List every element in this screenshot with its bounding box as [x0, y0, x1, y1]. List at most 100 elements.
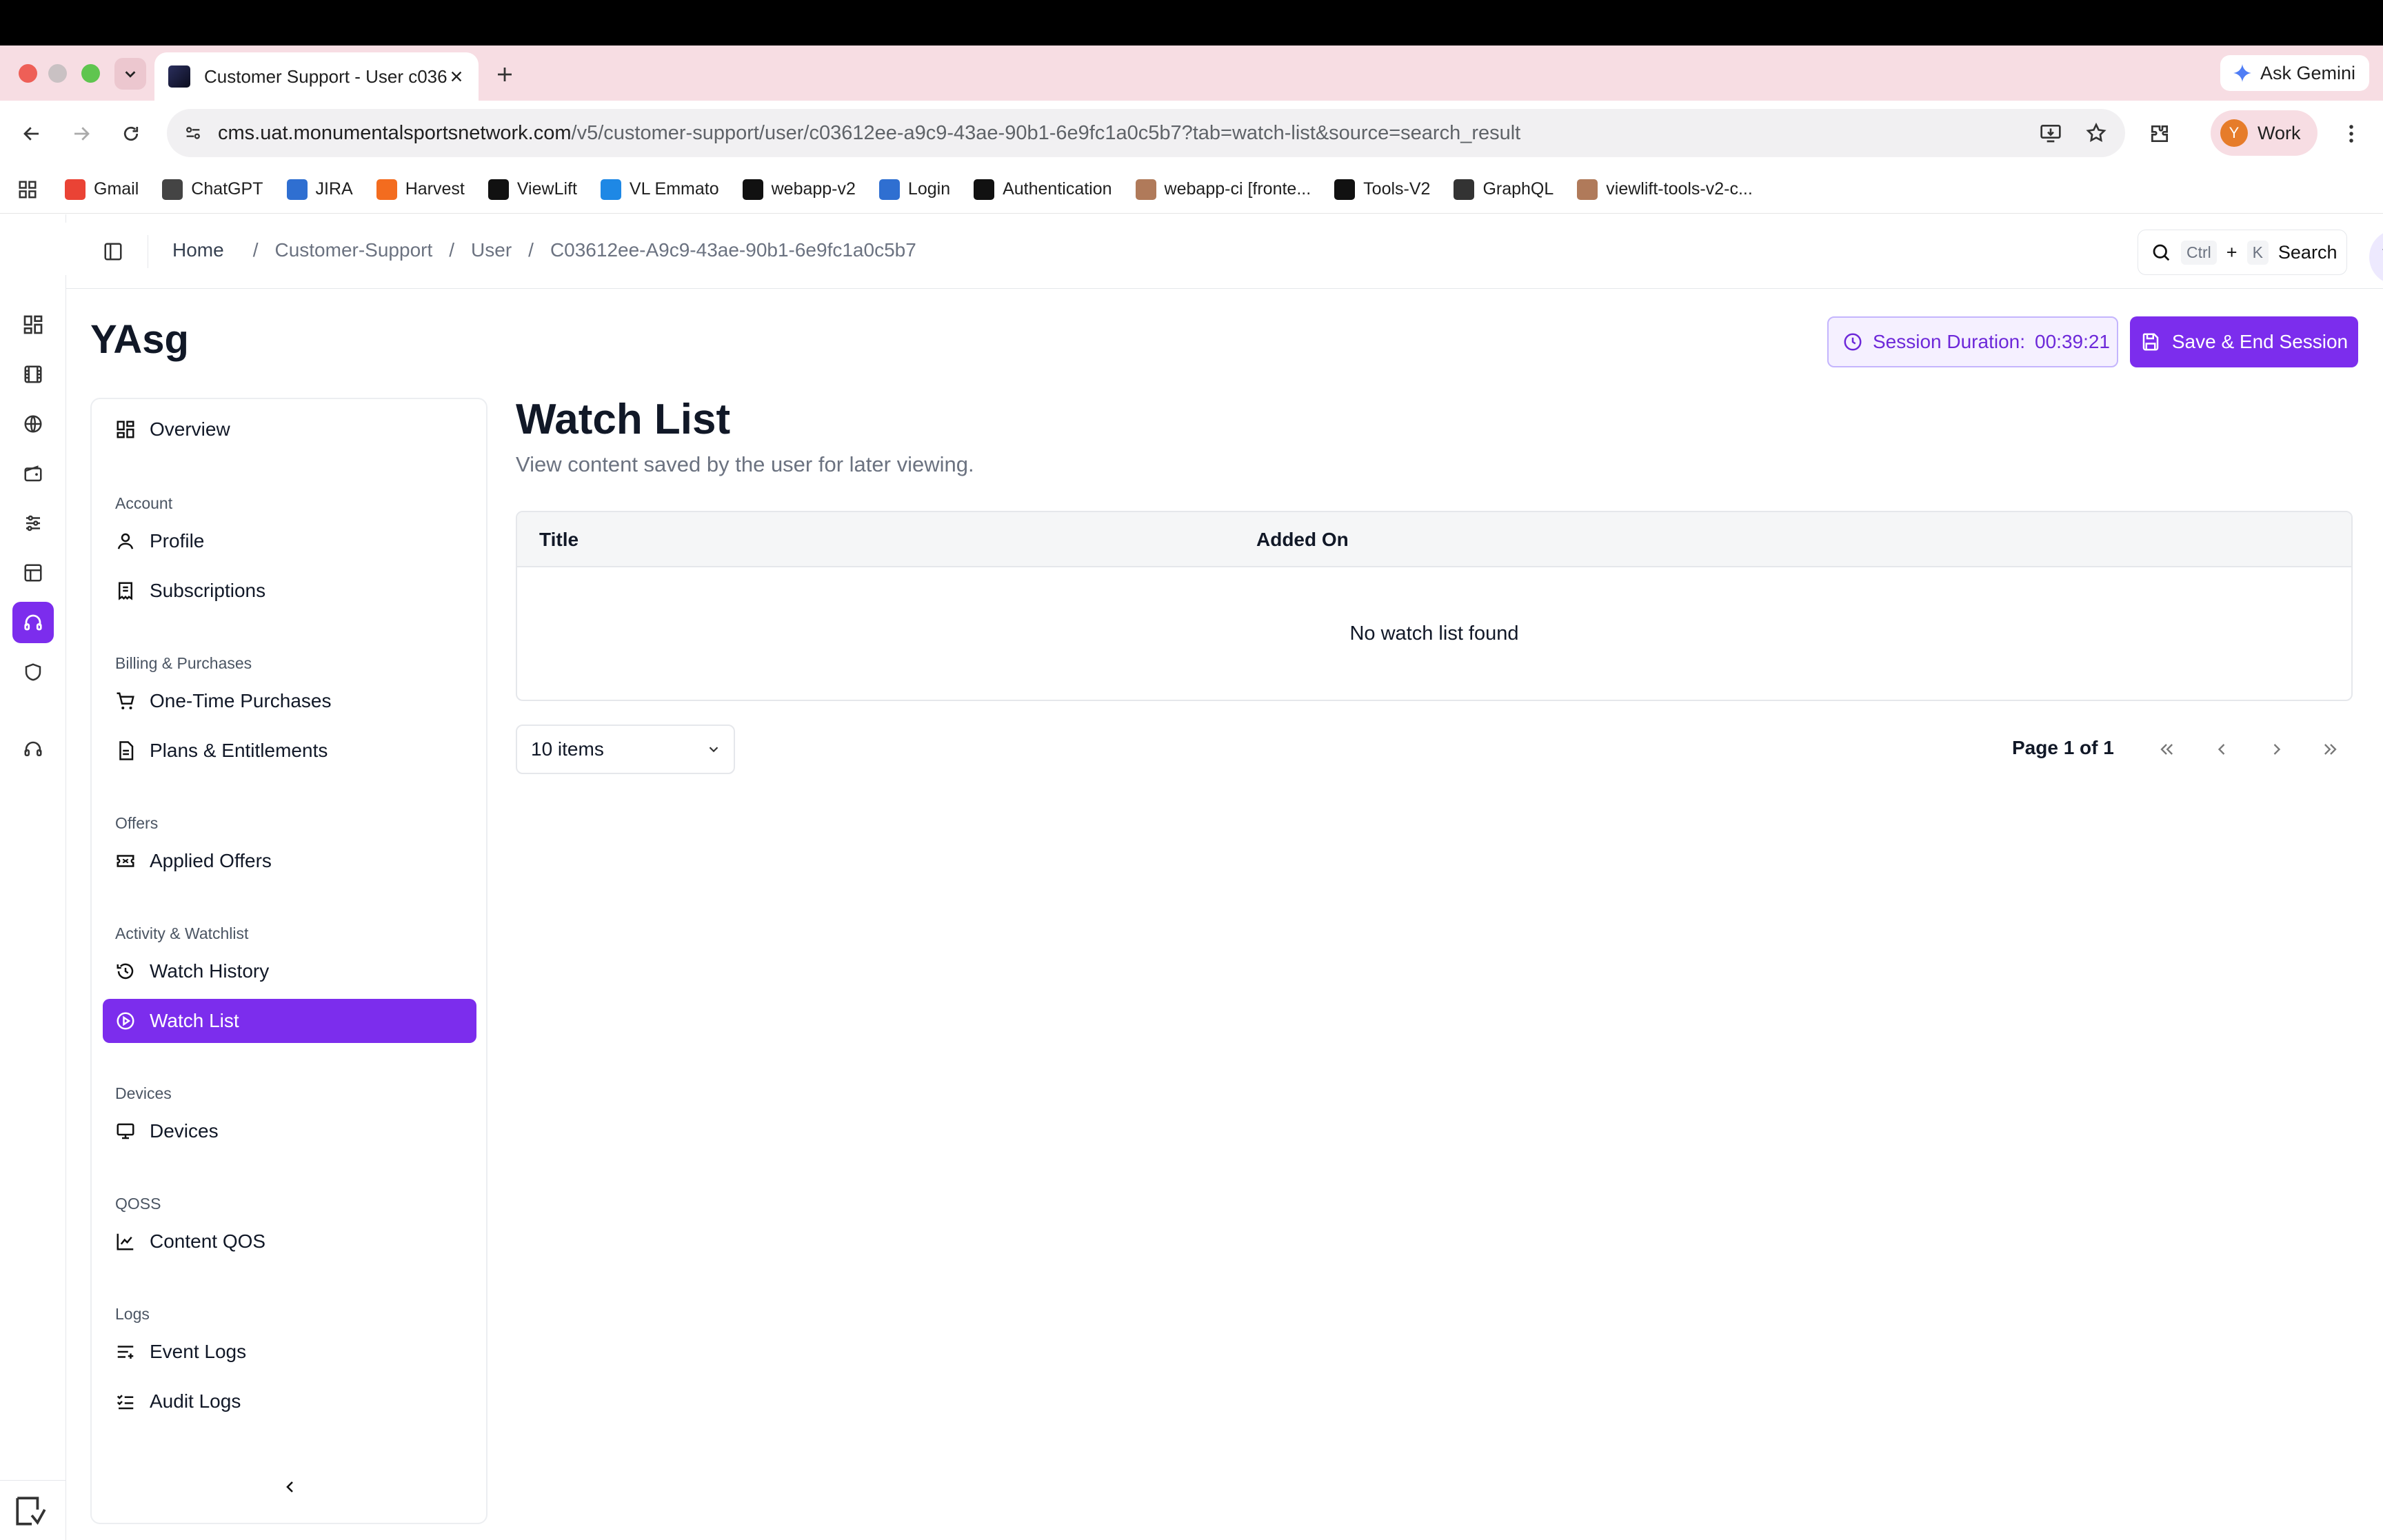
browser-profile-button[interactable]: Y Work: [2211, 110, 2317, 156]
breadcrumb-customer-support[interactable]: Customer-Support: [274, 239, 432, 261]
breadcrumb-user[interactable]: User: [471, 239, 512, 261]
save-icon: [2142, 333, 2159, 351]
search-icon: [2153, 244, 2170, 261]
bookmark-item[interactable]: ViewLift: [487, 179, 577, 200]
panel-left-icon: [104, 243, 122, 261]
nav-item-applied-offers[interactable]: Applied Offers: [103, 839, 476, 883]
column-header-title[interactable]: Title: [539, 529, 579, 551]
nav-item-one-time-purchases[interactable]: One-Time Purchases: [103, 679, 476, 723]
window-close-button[interactable]: [19, 64, 37, 83]
tab-search-button[interactable]: [114, 58, 146, 90]
window-minimize-button[interactable]: [48, 64, 67, 83]
sidebar-toggle-button[interactable]: [97, 235, 130, 268]
rail-wallet-icon[interactable]: [12, 453, 54, 494]
bookmark-star-icon[interactable]: [2080, 116, 2113, 150]
first-page-button[interactable]: [2150, 733, 2183, 766]
browser-tab-active[interactable]: Customer Support - User c03612ee: [154, 52, 479, 101]
previous-page-button[interactable]: [2205, 733, 2238, 766]
back-button[interactable]: [15, 117, 48, 150]
emmato-icon: [600, 179, 621, 200]
ask-gemini-label: Ask Gemini: [2260, 62, 2355, 83]
bookmark-item[interactable]: webapp-ci [fronte...: [1135, 179, 1311, 200]
chevron-down-icon: [125, 71, 136, 78]
bookmark-item[interactable]: Harvest: [376, 179, 465, 200]
forward-button[interactable]: [65, 117, 98, 150]
nav-item-watch-history[interactable]: Watch History: [103, 949, 476, 993]
bookmark-item[interactable]: Gmail: [65, 179, 139, 200]
jenkins-icon: [1577, 179, 1598, 200]
next-page-button[interactable]: [2260, 733, 2293, 766]
nav-label: Watch History: [150, 960, 270, 982]
clock-icon: [1844, 333, 1862, 351]
rail-screenshot-icon[interactable]: [11, 1492, 50, 1530]
rail-film-icon[interactable]: [12, 354, 54, 395]
rail-globe-icon[interactable]: [12, 403, 54, 445]
nav-item-overview[interactable]: Overview: [103, 407, 476, 452]
nav-item-content-qos[interactable]: Content QOS: [103, 1219, 476, 1264]
column-header-added-on[interactable]: Added On: [1256, 529, 1349, 551]
jira-icon: [878, 179, 900, 200]
history-icon: [117, 963, 134, 980]
kbd-ctrl: Ctrl: [2181, 240, 2217, 265]
rail-layout-icon[interactable]: [12, 552, 54, 594]
rail-sliders-icon[interactable]: [12, 503, 54, 544]
nav-label: Event Logs: [150, 1341, 247, 1362]
nav-item-audit-logs[interactable]: Audit Logs: [103, 1379, 476, 1424]
bookmark-item[interactable]: viewlift-tools-v2-c...: [1577, 179, 1753, 200]
bookmark-item[interactable]: GraphQL: [1454, 179, 1554, 200]
breadcrumb-separator: /: [252, 239, 259, 261]
ask-gemini-button[interactable]: Ask Gemini: [2220, 55, 2369, 91]
nav-item-plans-entitlements[interactable]: Plans & Entitlements: [103, 729, 476, 773]
bookmark-label: JIRA: [315, 179, 353, 199]
address-bar[interactable]: cms.uat.monumentalsportsnetwork.com/v5/c…: [167, 109, 2125, 157]
rail-shield-icon[interactable]: [12, 651, 54, 693]
tab-close-icon[interactable]: [447, 67, 466, 86]
nav-item-event-logs[interactable]: Event Logs: [103, 1330, 476, 1374]
save-end-session-label: Save & End Session: [2171, 331, 2349, 352]
bookmark-item[interactable]: Login: [878, 179, 950, 200]
collapse-panel-button[interactable]: [276, 1473, 304, 1501]
reload-button[interactable]: [114, 117, 148, 150]
new-tab-button[interactable]: [491, 61, 519, 88]
install-app-icon[interactable]: [2034, 116, 2067, 150]
window-zoom-button[interactable]: [81, 64, 100, 83]
user-avatar[interactable]: YG: [2369, 230, 2383, 285]
nav-item-watch-list[interactable]: Watch List: [103, 999, 476, 1043]
plus-icon: [498, 68, 512, 81]
bookmark-item[interactable]: Tools-V2: [1334, 179, 1430, 200]
bookmark-item[interactable]: JIRA: [286, 179, 353, 200]
search-button[interactable]: Ctrl + K Search: [2138, 230, 2347, 275]
breadcrumb: Home / Customer-Support / User / C03612e…: [172, 239, 916, 261]
rail-support-icon[interactable]: [12, 729, 54, 770]
nav-item-devices[interactable]: Devices: [103, 1109, 476, 1153]
table-header: Title Added On: [517, 512, 2351, 567]
arrow-left-icon: [23, 127, 39, 141]
page-size-value: 10 items: [531, 738, 604, 760]
page-size-select[interactable]: 10 items: [516, 725, 735, 774]
github-icon: [487, 179, 509, 200]
bookmark-item[interactable]: VL Emmato: [600, 179, 719, 200]
browser-menu-button[interactable]: [2337, 117, 2365, 150]
extensions-button[interactable]: [2143, 117, 2176, 150]
bookmark-item[interactable]: ChatGPT: [162, 179, 263, 200]
bookmark-item[interactable]: webapp-v2: [742, 179, 856, 200]
nav-item-subscriptions[interactable]: Subscriptions: [103, 569, 476, 613]
rail-headphones-icon[interactable]: [12, 602, 54, 643]
last-page-button[interactable]: [2314, 733, 2347, 766]
watch-list-table: Title Added On No watch list found: [516, 511, 2353, 701]
monitor-icon: [117, 1123, 134, 1139]
site-info-icon[interactable]: [181, 121, 205, 145]
session-duration-value: 00:39:21: [2035, 331, 2111, 352]
checklist-icon: [117, 1395, 134, 1410]
rail-dashboard-icon[interactable]: [12, 304, 54, 345]
icon-rail: [0, 214, 66, 1540]
page-indicator: Page 1 of 1: [2012, 737, 2114, 758]
globe-icon: [1454, 179, 1475, 200]
apps-grid-icon[interactable]: [14, 176, 41, 203]
save-end-session-button[interactable]: Save & End Session: [2130, 316, 2358, 367]
breadcrumb-home[interactable]: Home: [172, 239, 224, 261]
bookmark-label: webapp-v2: [771, 179, 856, 199]
bookmark-label: GraphQL: [1482, 179, 1554, 199]
nav-item-profile[interactable]: Profile: [103, 519, 476, 563]
bookmark-item[interactable]: Authentication: [974, 179, 1112, 200]
